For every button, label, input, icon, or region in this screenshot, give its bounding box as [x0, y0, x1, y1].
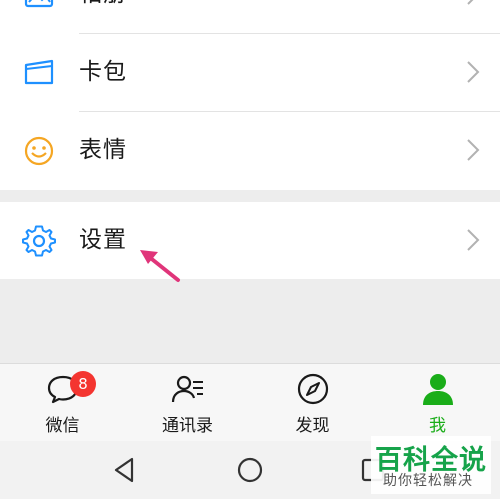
annotation-arrow-icon [140, 250, 180, 282]
back-triangle-icon[interactable] [110, 455, 140, 485]
chevron-right-icon [467, 0, 474, 5]
menu-item-stickers[interactable]: 表情 [0, 112, 500, 190]
card-wallet-icon [24, 59, 54, 85]
tab-label: 发现 [295, 416, 330, 436]
menu-item-settings[interactable]: 设置 [0, 202, 500, 280]
watermark: 百科全说 助你轻松解决 [371, 436, 491, 494]
menu-item-album[interactable]: 相册 [0, 0, 500, 34]
tab-label: 我 [429, 416, 446, 436]
menu-item-label: 表情 [79, 137, 127, 163]
menu-item-cards[interactable]: 卡包 [0, 34, 500, 112]
smiley-icon [24, 136, 54, 166]
menu-item-label: 相册 [79, 0, 127, 12]
unread-badge: 8 [70, 371, 96, 397]
me-screen: 相册 卡包 表情 [0, 0, 500, 499]
tab-label: 通讯录 [162, 416, 213, 436]
tab-chats[interactable]: 8 微信 [0, 364, 125, 442]
person-icon [423, 374, 453, 405]
contacts-icon [171, 375, 203, 403]
menu-group-settings: 设置 [0, 202, 500, 279]
home-circle-icon[interactable] [235, 455, 265, 485]
watermark-subtitle: 助你轻松解决 [383, 473, 473, 489]
album-icon [24, 0, 54, 8]
bottom-tab-bar: 8 微信 通讯录 发现 我 [0, 363, 500, 441]
chevron-right-icon [467, 61, 480, 83]
chevron-right-icon [467, 229, 480, 251]
menu-item-label: 卡包 [79, 59, 127, 85]
gear-icon [22, 225, 56, 257]
chevron-right-icon [467, 139, 480, 161]
tab-me[interactable]: 我 [375, 364, 500, 442]
menu-item-label: 设置 [79, 227, 127, 253]
tab-contacts[interactable]: 通讯录 [125, 364, 250, 442]
tab-discover[interactable]: 发现 [250, 364, 375, 442]
compass-icon [297, 373, 329, 405]
tab-label: 微信 [45, 416, 80, 436]
menu-group-main: 相册 卡包 表情 [0, 0, 500, 190]
